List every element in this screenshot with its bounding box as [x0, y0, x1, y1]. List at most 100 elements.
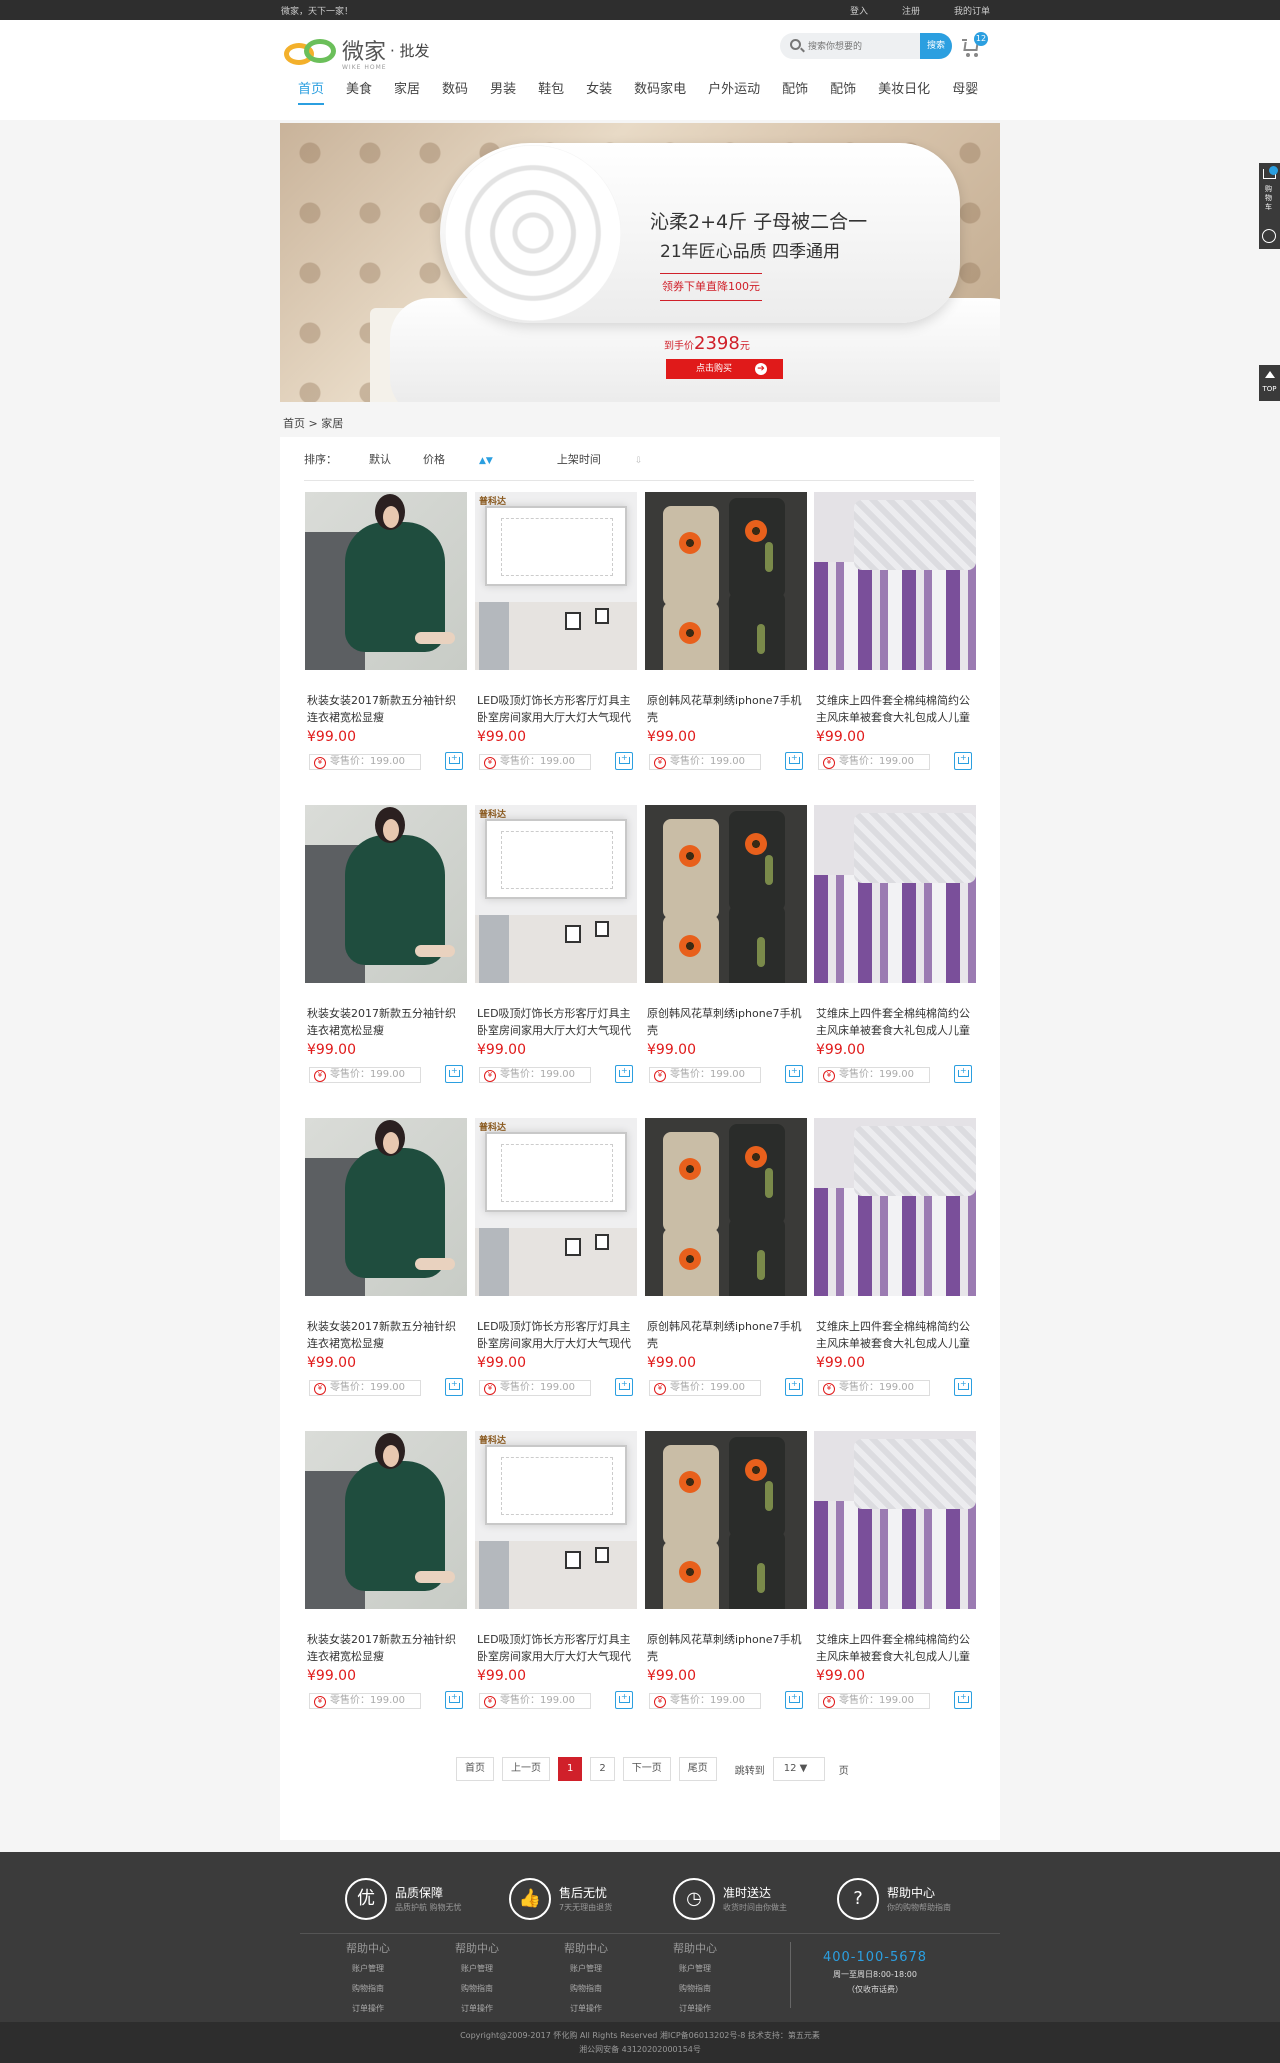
- product-title[interactable]: 原创韩风花草刺绣iphone7手机壳: [647, 1005, 805, 1039]
- product-title[interactable]: 艾维床上四件套全棉纯棉简约公主风床单被套食大礼包成人儿童款: [816, 1318, 974, 1352]
- footer-link[interactable]: 账户管理: [455, 1963, 564, 1974]
- product-title[interactable]: LED吸顶灯饰长方形客厅灯具主卧室房间家用大厅大灯大气现代简约: [477, 692, 635, 726]
- page-next[interactable]: 下一页: [622, 1757, 671, 1781]
- product-card[interactable]: 艾维床上四件套全棉纯棉简约公主风床单被套食大礼包成人儿童款 ¥99.00 零售价：1…: [814, 805, 976, 1103]
- product-image[interactable]: [305, 1118, 467, 1296]
- product-image[interactable]: [305, 1431, 467, 1609]
- product-card[interactable]: 原创韩风花草刺绣iphone7手机壳 ¥99.00 零售价：199.00: [645, 805, 807, 1103]
- product-title[interactable]: 艾维床上四件套全棉纯棉简约公主风床单被套食大礼包成人儿童款: [816, 1631, 974, 1665]
- nav-item-home-living[interactable]: 家居: [394, 78, 420, 105]
- product-image[interactable]: [645, 492, 807, 670]
- nav-item-food[interactable]: 美食: [346, 78, 372, 105]
- product-card[interactable]: 普科达 LED吸顶灯饰长方形客厅灯具主卧室房间家用大厅大灯大气现代简约 ¥99.00…: [475, 492, 637, 790]
- page-select[interactable]: 12 ▼: [772, 1757, 825, 1781]
- nav-item-electronics[interactable]: 数码家电: [634, 78, 686, 105]
- nav-item-menswear[interactable]: 男装: [490, 78, 516, 105]
- product-title[interactable]: LED吸顶灯饰长方形客厅灯具主卧室房间家用大厅大灯大气现代简约: [477, 1631, 635, 1665]
- footer-link[interactable]: 购物指南: [673, 1983, 782, 1994]
- add-to-cart-icon[interactable]: [615, 1691, 633, 1709]
- login-link[interactable]: 登入: [850, 4, 868, 17]
- product-card[interactable]: 秋装女装2017新款五分袖针织连衣裙宽松显瘦 ¥99.00 零售价：199.00: [305, 805, 467, 1103]
- add-to-cart-icon[interactable]: [785, 752, 803, 770]
- product-card[interactable]: 秋装女装2017新款五分袖针织连衣裙宽松显瘦 ¥99.00 零售价：199.00: [305, 492, 467, 790]
- product-image[interactable]: 普科达: [475, 805, 637, 983]
- logo[interactable]: 微家 · 批发 WIKE HOME: [284, 34, 430, 71]
- footer-link[interactable]: 购物指南: [346, 1983, 455, 1994]
- product-image[interactable]: [305, 492, 467, 670]
- sort-price[interactable]: 价格 ▲▼: [423, 451, 525, 480]
- product-title[interactable]: 原创韩风花草刺绣iphone7手机壳: [647, 692, 805, 726]
- add-to-cart-icon[interactable]: [615, 1378, 633, 1396]
- product-card[interactable]: 艾维床上四件套全棉纯棉简约公主风床单被套食大礼包成人儿童款 ¥99.00 零售价：1…: [814, 1118, 976, 1416]
- user-icon[interactable]: [1262, 229, 1276, 243]
- add-to-cart-icon[interactable]: [615, 752, 633, 770]
- product-card[interactable]: 原创韩风花草刺绣iphone7手机壳 ¥99.00 零售价：199.00: [645, 1431, 807, 1729]
- product-title[interactable]: 秋装女装2017新款五分袖针织连衣裙宽松显瘦: [307, 1318, 465, 1352]
- add-to-cart-icon[interactable]: [445, 752, 463, 770]
- register-link[interactable]: 注册: [902, 4, 920, 17]
- add-to-cart-icon[interactable]: [954, 1378, 972, 1396]
- nav-item-beauty[interactable]: 美妆日化: [878, 78, 930, 105]
- product-card[interactable]: 艾维床上四件套全棉纯棉简约公主风床单被套食大礼包成人儿童款 ¥99.00 零售价：1…: [814, 1431, 976, 1729]
- side-cart[interactable]: 购物车: [1259, 163, 1280, 249]
- product-card[interactable]: 普科达 LED吸顶灯饰长方形客厅灯具主卧室房间家用大厅大灯大气现代简约 ¥99.00…: [475, 1431, 637, 1729]
- product-title[interactable]: LED吸顶灯饰长方形客厅灯具主卧室房间家用大厅大灯大气现代简约: [477, 1318, 635, 1352]
- footer-link[interactable]: 账户管理: [673, 1963, 782, 1974]
- page-prev[interactable]: 上一页: [502, 1757, 550, 1781]
- add-to-cart-icon[interactable]: [445, 1691, 463, 1709]
- product-image[interactable]: [305, 805, 467, 983]
- search-button[interactable]: 搜索: [920, 33, 952, 59]
- product-card[interactable]: 普科达 LED吸顶灯饰长方形客厅灯具主卧室房间家用大厅大灯大气现代简约 ¥99.00…: [475, 1118, 637, 1416]
- product-image[interactable]: 普科达: [475, 1118, 637, 1296]
- back-to-top-button[interactable]: TOP: [1259, 365, 1280, 401]
- add-to-cart-icon[interactable]: [954, 1691, 972, 1709]
- product-title[interactable]: 原创韩风花草刺绣iphone7手机壳: [647, 1318, 805, 1352]
- product-image[interactable]: 普科达: [475, 492, 637, 670]
- product-title[interactable]: LED吸顶灯饰长方形客厅灯具主卧室房间家用大厅大灯大气现代简约: [477, 1005, 635, 1039]
- nav-item-baby[interactable]: 母婴: [952, 78, 978, 105]
- nav-item-home[interactable]: 首页: [298, 78, 325, 105]
- product-title[interactable]: 原创韩风花草刺绣iphone7手机壳: [647, 1631, 805, 1665]
- nav-item-accessories[interactable]: 配饰: [782, 78, 808, 105]
- add-to-cart-icon[interactable]: [954, 752, 972, 770]
- search-input[interactable]: [808, 38, 918, 54]
- footer-link[interactable]: 购物指南: [564, 1983, 673, 1994]
- add-to-cart-icon[interactable]: [445, 1065, 463, 1083]
- sort-time[interactable]: 上架时间 ⇩: [557, 451, 675, 480]
- product-card[interactable]: 普科达 LED吸顶灯饰长方形客厅灯具主卧室房间家用大厅大灯大气现代简约 ¥99.00…: [475, 805, 637, 1103]
- nav-item-shoes-bags[interactable]: 鞋包: [538, 78, 564, 105]
- nav-item-accessories-2[interactable]: 配饰: [830, 78, 856, 105]
- add-to-cart-icon[interactable]: [785, 1378, 803, 1396]
- add-to-cart-icon[interactable]: [954, 1065, 972, 1083]
- product-card[interactable]: 艾维床上四件套全棉纯棉简约公主风床单被套食大礼包成人儿童款 ¥99.00 零售价：1…: [814, 492, 976, 790]
- page-last[interactable]: 尾页: [678, 1757, 717, 1781]
- product-image[interactable]: [814, 492, 976, 670]
- promo-banner[interactable]: 沁柔2+4斤 子母被二合一 21年匠心品质 四季通用 领券下单直降100元 到手…: [280, 123, 1000, 402]
- add-to-cart-icon[interactable]: [785, 1065, 803, 1083]
- product-image[interactable]: [645, 1431, 807, 1609]
- footer-link[interactable]: 账户管理: [564, 1963, 673, 1974]
- footer-link[interactable]: 订单操作: [455, 2003, 564, 2014]
- nav-item-digital[interactable]: 数码: [442, 78, 468, 105]
- product-image[interactable]: 普科达: [475, 1431, 637, 1609]
- footer-link[interactable]: 购物指南: [455, 1983, 564, 1994]
- nav-item-womenswear[interactable]: 女装: [586, 78, 612, 105]
- product-image[interactable]: [645, 805, 807, 983]
- product-card[interactable]: 原创韩风花草刺绣iphone7手机壳 ¥99.00 零售价：199.00: [645, 492, 807, 790]
- cart-button[interactable]: 12: [962, 32, 988, 58]
- product-image[interactable]: [814, 1431, 976, 1609]
- product-title[interactable]: 艾维床上四件套全棉纯棉简约公主风床单被套食大礼包成人儿童款: [816, 692, 974, 726]
- product-card[interactable]: 秋装女装2017新款五分袖针织连衣裙宽松显瘦 ¥99.00 零售价：199.00: [305, 1118, 467, 1416]
- page-2[interactable]: 2: [590, 1757, 615, 1781]
- product-title[interactable]: 秋装女装2017新款五分袖针织连衣裙宽松显瘦: [307, 1005, 465, 1039]
- sort-default[interactable]: 默认: [369, 451, 391, 480]
- product-title[interactable]: 秋装女装2017新款五分袖针织连衣裙宽松显瘦: [307, 692, 465, 726]
- add-to-cart-icon[interactable]: [615, 1065, 633, 1083]
- page-first[interactable]: 首页: [456, 1757, 494, 1781]
- product-title[interactable]: 秋装女装2017新款五分袖针织连衣裙宽松显瘦: [307, 1631, 465, 1665]
- footer-link[interactable]: 订单操作: [673, 2003, 782, 2014]
- page-1[interactable]: 1: [558, 1757, 583, 1781]
- banner-buy-button[interactable]: 点击购买 ➔: [666, 359, 783, 379]
- product-image[interactable]: [814, 1118, 976, 1296]
- add-to-cart-icon[interactable]: [445, 1378, 463, 1396]
